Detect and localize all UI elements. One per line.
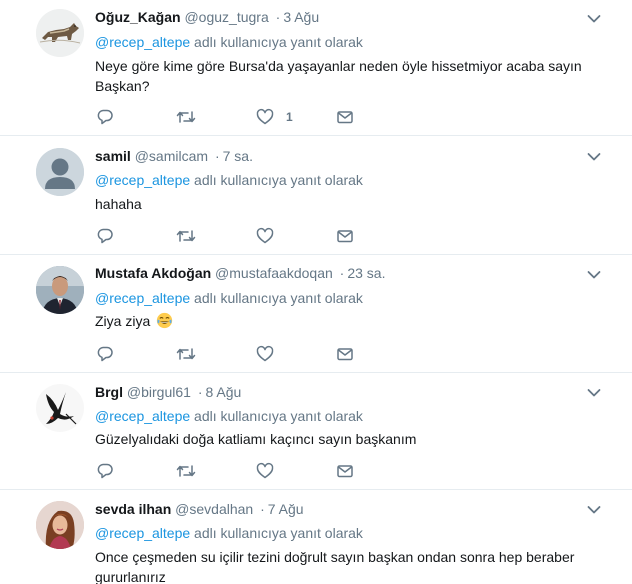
reply-context: @recep_altepe adlı kullanıcıya yanıt ola… bbox=[95, 290, 363, 306]
author-name[interactable]: Mustafa Akdoğan bbox=[95, 265, 211, 281]
separator-dot: · bbox=[339, 265, 345, 281]
reply-icon bbox=[97, 228, 113, 244]
retweet-button[interactable] bbox=[176, 344, 196, 364]
reply-context-label: adlı kullanıcıya yanıt olarak bbox=[190, 525, 363, 541]
direct-message-icon bbox=[337, 465, 353, 478]
like-button[interactable]: 1 bbox=[256, 107, 293, 127]
reply-mention-link[interactable]: @recep_altepe bbox=[95, 408, 190, 424]
direct-message-button[interactable] bbox=[336, 344, 354, 364]
reply-mention-link[interactable]: @recep_altepe bbox=[95, 34, 190, 50]
retweet-icon bbox=[176, 465, 196, 477]
direct-message-button[interactable] bbox=[336, 107, 354, 127]
tweet-text-line: Once çeşmeden su içilir tezini doğrult s… bbox=[95, 549, 575, 565]
chevron-down-icon[interactable] bbox=[587, 152, 601, 162]
wolf-avatar-icon[interactable] bbox=[36, 9, 84, 57]
tweet-header: Oğuz_Kağan @oguz_tugra · 3 Ağu bbox=[95, 9, 319, 25]
default-user-avatar-icon[interactable] bbox=[36, 148, 84, 196]
reply-context: @recep_altepe adlı kullanıcıya yanıt ola… bbox=[95, 408, 363, 424]
retweet-icon bbox=[176, 111, 196, 123]
tweet-text: Güzelyalıdaki doğa katliamı kaçıncı sayı… bbox=[95, 431, 417, 447]
bird-sketch-avatar-icon[interactable] bbox=[36, 384, 84, 432]
tweet-text-line: gururlanırız bbox=[95, 569, 166, 584]
separator-dot: · bbox=[214, 148, 220, 164]
tweet-item[interactable]: samil @samilcam · 7 sa. @recep_altepe adl… bbox=[0, 136, 632, 255]
reply-button[interactable] bbox=[96, 344, 114, 364]
tweet-text-content: Ziya ziya bbox=[95, 313, 151, 329]
retweet-button[interactable] bbox=[176, 461, 196, 481]
chevron-down-icon[interactable] bbox=[587, 505, 601, 515]
reply-button[interactable] bbox=[96, 226, 114, 246]
tweet-text: Ziya ziya bbox=[95, 311, 595, 331]
direct-message-button[interactable] bbox=[336, 461, 354, 481]
reply-mention-link[interactable]: @recep_altepe bbox=[95, 172, 190, 188]
author-name[interactable]: samil bbox=[95, 148, 131, 164]
chevron-down-icon[interactable] bbox=[587, 14, 601, 24]
tweet-text-line: Neye göre kime göre Bursa'da yaşayanlar … bbox=[95, 58, 582, 74]
tweet-timestamp[interactable]: 8 Ağu bbox=[205, 384, 241, 400]
tweet-item[interactable]: Brgl @birgul61 · 8 Ağu @recep_altepe adlı… bbox=[0, 373, 632, 490]
like-button[interactable] bbox=[256, 344, 274, 364]
author-handle[interactable]: @birgul61 bbox=[127, 384, 191, 400]
like-count: 1 bbox=[286, 110, 293, 124]
tweet-header: Brgl @birgul61 · 8 Ağu bbox=[95, 384, 241, 400]
direct-message-icon bbox=[337, 348, 353, 361]
reply-context: @recep_altepe adlı kullanıcıya yanıt ola… bbox=[95, 525, 363, 541]
reply-context-label: adlı kullanıcıya yanıt olarak bbox=[190, 290, 363, 306]
tweet-text-line: Başkan? bbox=[95, 78, 150, 94]
reply-icon bbox=[97, 346, 113, 362]
retweet-button[interactable] bbox=[176, 226, 196, 246]
like-icon bbox=[256, 227, 274, 244]
separator-dot: · bbox=[275, 9, 281, 25]
reply-mention-link[interactable]: @recep_altepe bbox=[95, 525, 190, 541]
reply-context-label: adlı kullanıcıya yanıt olarak bbox=[190, 34, 363, 50]
chevron-down-icon[interactable] bbox=[587, 388, 601, 398]
tweet-header: samil @samilcam · 7 sa. bbox=[95, 148, 253, 164]
like-icon bbox=[256, 108, 274, 125]
chevron-down-icon[interactable] bbox=[587, 270, 601, 280]
tweet-timestamp[interactable]: 7 sa. bbox=[223, 148, 253, 164]
tweet-header: Mustafa Akdoğan @mustafaakdoqan · 23 sa. bbox=[95, 265, 385, 281]
direct-message-icon bbox=[337, 230, 353, 243]
tweet-item[interactable]: sevda ilhan @sevdalhan · 7 Ağu @recep_alt… bbox=[0, 490, 632, 584]
separator-dot: · bbox=[260, 501, 265, 517]
author-handle[interactable]: @sevdalhan bbox=[175, 501, 253, 517]
author-handle[interactable]: @samilcam bbox=[135, 148, 208, 164]
woman-portrait-avatar-icon[interactable] bbox=[36, 501, 84, 549]
tweet-text: hahaha bbox=[95, 196, 142, 212]
reply-mention-link[interactable]: @recep_altepe bbox=[95, 290, 190, 306]
tweet-item[interactable]: Oğuz_Kağan @oguz_tugra · 3 Ağu @recep_alt… bbox=[0, 0, 632, 136]
author-name[interactable]: Oğuz_Kağan bbox=[95, 9, 181, 25]
like-icon bbox=[256, 462, 274, 479]
direct-message-icon bbox=[337, 111, 353, 124]
like-button[interactable] bbox=[256, 226, 274, 246]
reply-icon bbox=[97, 109, 113, 125]
author-handle[interactable]: @mustafaakdoqan bbox=[215, 265, 333, 281]
direct-message-button[interactable] bbox=[336, 226, 354, 246]
reply-context-label: adlı kullanıcıya yanıt olarak bbox=[190, 172, 363, 188]
author-name[interactable]: Brgl bbox=[95, 384, 123, 400]
face-with-tears-of-joy-icon bbox=[156, 312, 173, 329]
separator-dot: · bbox=[197, 384, 203, 400]
reply-context: @recep_altepe adlı kullanıcıya yanıt ola… bbox=[95, 34, 363, 50]
tweet-timestamp[interactable]: 3 Ağu bbox=[283, 9, 319, 25]
reply-context-label: adlı kullanıcıya yanıt olarak bbox=[190, 408, 363, 424]
tweet-text: Once çeşmeden su içilir tezini doğrult s… bbox=[95, 547, 595, 584]
like-button[interactable] bbox=[256, 461, 274, 481]
retweet-button[interactable] bbox=[176, 107, 196, 127]
tweet-text: Neye göre kime göre Bursa'da yaşayanlar … bbox=[95, 56, 595, 96]
reply-button[interactable] bbox=[96, 461, 114, 481]
tweet-timestamp[interactable]: 23 sa. bbox=[347, 265, 385, 281]
tweet-header: sevda ilhan @sevdalhan · 7 Ağu bbox=[95, 501, 304, 517]
reply-icon bbox=[97, 463, 113, 479]
man-portrait-avatar-icon[interactable] bbox=[36, 266, 84, 314]
reply-button[interactable] bbox=[96, 107, 114, 127]
tweet-timestamp[interactable]: 7 Ağu bbox=[268, 501, 304, 517]
author-name[interactable]: sevda ilhan bbox=[95, 501, 171, 517]
reply-context: @recep_altepe adlı kullanıcıya yanıt ola… bbox=[95, 172, 363, 188]
author-handle[interactable]: @oguz_tugra bbox=[184, 9, 268, 25]
tweet-item[interactable]: Mustafa Akdoğan @mustafaakdoqan · 23 sa. … bbox=[0, 255, 632, 373]
retweet-icon bbox=[176, 230, 196, 242]
like-icon bbox=[256, 345, 274, 362]
retweet-icon bbox=[176, 348, 196, 360]
